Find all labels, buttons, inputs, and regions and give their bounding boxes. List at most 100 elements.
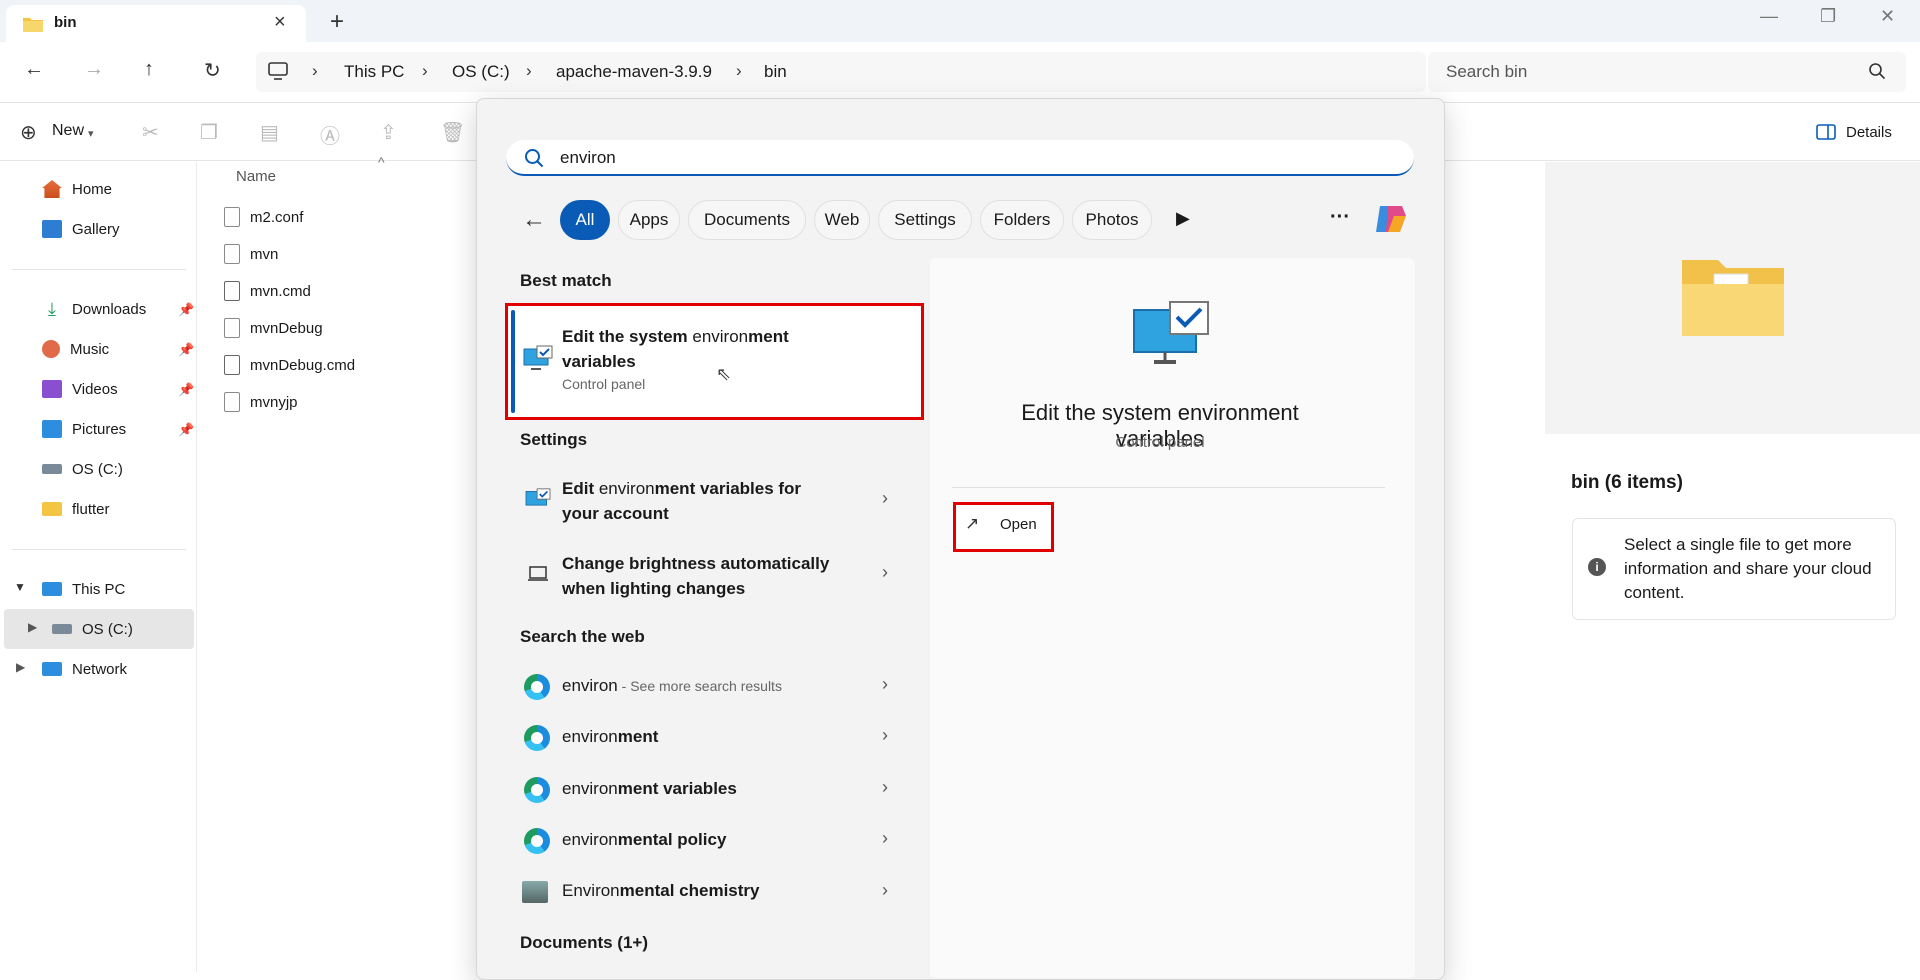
- chevron-right-icon: ›: [736, 61, 742, 80]
- section-documents: Documents (1+): [520, 933, 648, 952]
- image-thumbnail-icon: [522, 881, 548, 903]
- pin-icon[interactable]: 📌: [178, 382, 194, 398]
- nav-item-home[interactable]: Home: [42, 173, 112, 205]
- nav-item-videos[interactable]: Videos: [42, 373, 118, 405]
- file-icon: [224, 318, 240, 338]
- chevron-right-icon[interactable]: ▶: [28, 620, 37, 634]
- nav-item-pictures[interactable]: Pictures: [42, 413, 126, 445]
- pin-icon[interactable]: 📌: [178, 302, 194, 318]
- file-row[interactable]: mvnDebug: [224, 313, 323, 343]
- paste-icon[interactable]: ▤: [260, 120, 279, 145]
- search-icon: [1869, 63, 1886, 80]
- up-arrow-icon[interactable]: ↑: [144, 58, 154, 81]
- settings-result-label: Edit environment variables for your accou…: [562, 479, 802, 523]
- file-row[interactable]: m2.conf: [224, 202, 303, 232]
- web-result[interactable]: environment: [562, 727, 658, 747]
- gallery-icon: [42, 220, 62, 238]
- chevron-right-icon[interactable]: ›: [882, 562, 888, 583]
- cut-icon[interactable]: ✂: [142, 120, 159, 145]
- web-result[interactable]: Environmental chemistry: [562, 881, 759, 901]
- nav-item-network[interactable]: Network: [42, 653, 127, 685]
- filter-photos[interactable]: Photos: [1072, 200, 1152, 240]
- file-name: m2.conf: [250, 208, 304, 226]
- search-bin-input[interactable]: Search bin: [1428, 52, 1906, 92]
- nav-item-this-pc[interactable]: This PC: [42, 573, 125, 605]
- nav-item-music[interactable]: Music: [42, 333, 109, 365]
- filter-documents[interactable]: Documents: [688, 200, 806, 240]
- section-settings: Settings: [520, 430, 588, 449]
- filter-settings[interactable]: Settings: [878, 200, 972, 240]
- edge-icon: [524, 777, 550, 803]
- back-arrow-icon[interactable]: ←: [24, 58, 44, 81]
- column-header-name[interactable]: Name: [236, 168, 276, 185]
- filter-folders[interactable]: Folders: [980, 200, 1064, 240]
- chevron-right-icon[interactable]: ›: [882, 777, 888, 798]
- pin-icon[interactable]: 📌: [178, 422, 194, 438]
- new-button[interactable]: New: [52, 122, 84, 140]
- back-arrow-icon[interactable]: ←: [522, 206, 546, 234]
- start-search-input[interactable]: environ: [506, 140, 1414, 176]
- breadcrumb-bin[interactable]: bin: [764, 62, 787, 82]
- best-match-subtitle: Control panel: [562, 376, 646, 392]
- details-title: bin (6 items): [1571, 472, 1683, 493]
- web-result[interactable]: environmental policy: [562, 830, 726, 850]
- breadcrumb-apache-maven[interactable]: apache-maven-3.9.9: [556, 62, 712, 82]
- restore-button[interactable]: ❐: [1820, 6, 1836, 27]
- computer-icon: [268, 62, 288, 80]
- filter-all[interactable]: All: [560, 200, 610, 240]
- delete-icon[interactable]: 🗑: [440, 120, 465, 145]
- web-result[interactable]: environ - See more search results: [562, 676, 782, 696]
- play-more-filters-icon[interactable]: ▶: [1176, 208, 1190, 229]
- chevron-right-icon[interactable]: ›: [882, 880, 888, 901]
- chevron-right-icon[interactable]: ▶: [16, 660, 25, 674]
- tab-close-icon[interactable]: ×: [274, 11, 286, 34]
- file-row[interactable]: mvnDebug.cmd: [224, 350, 355, 380]
- filter-web[interactable]: Web: [814, 200, 870, 240]
- settings-result-label[interactable]: Change brightness automatically when ligh…: [562, 551, 882, 601]
- copy-icon[interactable]: ❐: [200, 120, 218, 145]
- web-result[interactable]: environment variables: [562, 779, 737, 799]
- file-name: mvnDebug.cmd: [250, 356, 356, 374]
- chevron-down-icon[interactable]: ▼: [14, 580, 26, 594]
- share-icon[interactable]: ⇪: [380, 120, 397, 145]
- refresh-icon[interactable]: ↻: [204, 58, 221, 83]
- minimize-button[interactable]: —: [1760, 6, 1778, 27]
- close-window-button[interactable]: ✕: [1880, 6, 1895, 27]
- chevron-right-icon[interactable]: ›: [882, 725, 888, 746]
- copilot-icon[interactable]: [1372, 200, 1410, 238]
- chevron-right-icon[interactable]: ›: [882, 828, 888, 849]
- details-button[interactable]: Details: [1846, 124, 1892, 141]
- more-options-icon[interactable]: ···: [1330, 206, 1350, 229]
- system-environment-icon: [525, 488, 551, 506]
- chevron-down-icon[interactable]: ▾: [88, 127, 94, 140]
- nav-item-os-c-drive[interactable]: OS (C:): [52, 613, 133, 645]
- open-external-icon: ↗: [965, 514, 980, 533]
- cmd-file-icon: [224, 355, 240, 375]
- address-bar[interactable]: [256, 52, 1426, 92]
- details-info-text: Select a single file to get more informa…: [1624, 535, 1872, 602]
- file-row[interactable]: mvnyjp: [224, 387, 298, 417]
- breadcrumb-os-c[interactable]: OS (C:): [452, 62, 510, 82]
- chevron-right-icon[interactable]: ›: [882, 488, 888, 509]
- nav-label: This PC: [72, 580, 126, 598]
- folder-icon: [1682, 260, 1784, 336]
- divider: [196, 162, 197, 972]
- nav-item-os-c[interactable]: OS (C:): [42, 453, 123, 485]
- pin-icon[interactable]: 📌: [178, 342, 194, 358]
- nav-item-downloads[interactable]: ⤓ Downloads: [42, 293, 146, 325]
- chevron-right-icon[interactable]: ›: [882, 674, 888, 695]
- file-row[interactable]: mvn: [224, 239, 278, 269]
- file-icon: [224, 207, 240, 227]
- rename-icon[interactable]: Ⓐ: [320, 120, 340, 149]
- new-tab-button[interactable]: +: [330, 8, 344, 36]
- file-row[interactable]: mvn.cmd: [224, 276, 311, 306]
- tab-bin[interactable]: bin ×: [6, 5, 306, 43]
- open-label: Open: [1000, 516, 1037, 533]
- nav-item-flutter[interactable]: flutter: [42, 493, 110, 525]
- file-icon: [224, 392, 240, 412]
- filter-apps[interactable]: Apps: [618, 200, 680, 240]
- sort-up-icon: ^: [378, 154, 385, 170]
- nav-item-gallery[interactable]: Gallery: [42, 213, 120, 245]
- breadcrumb-this-pc[interactable]: This PC: [344, 62, 404, 82]
- forward-arrow-icon[interactable]: →: [84, 58, 104, 81]
